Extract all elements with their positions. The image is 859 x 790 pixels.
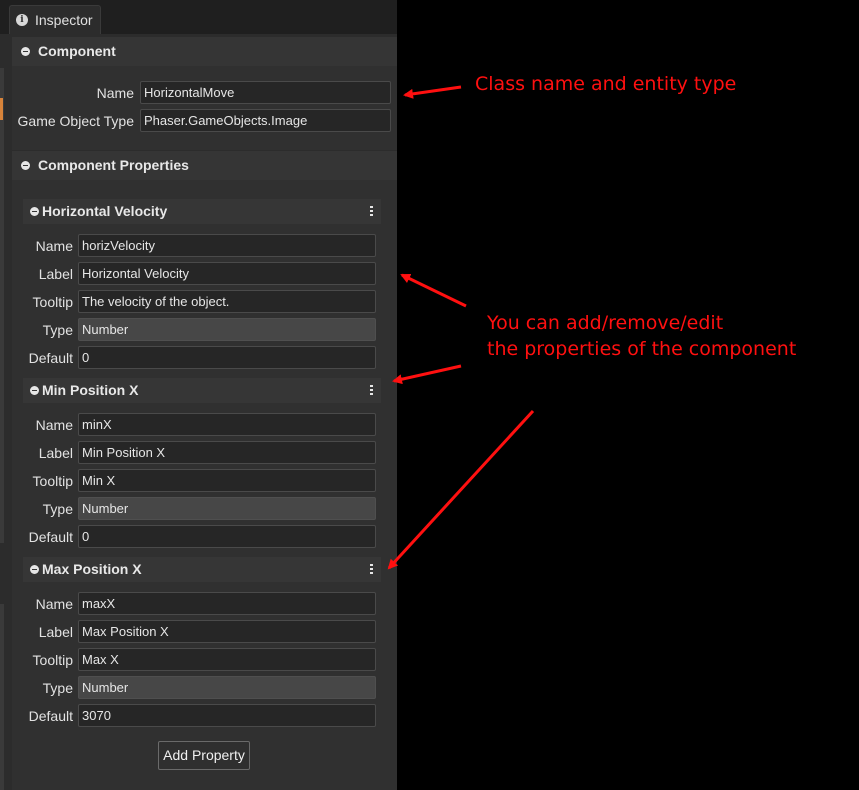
arrow-to-properties-1 — [400, 273, 467, 308]
annotation-arrows — [387, 85, 535, 570]
arrow-to-properties-2 — [392, 364, 462, 385]
arrow-to-properties-3 — [387, 409, 535, 570]
arrow-to-name-field — [403, 85, 462, 99]
